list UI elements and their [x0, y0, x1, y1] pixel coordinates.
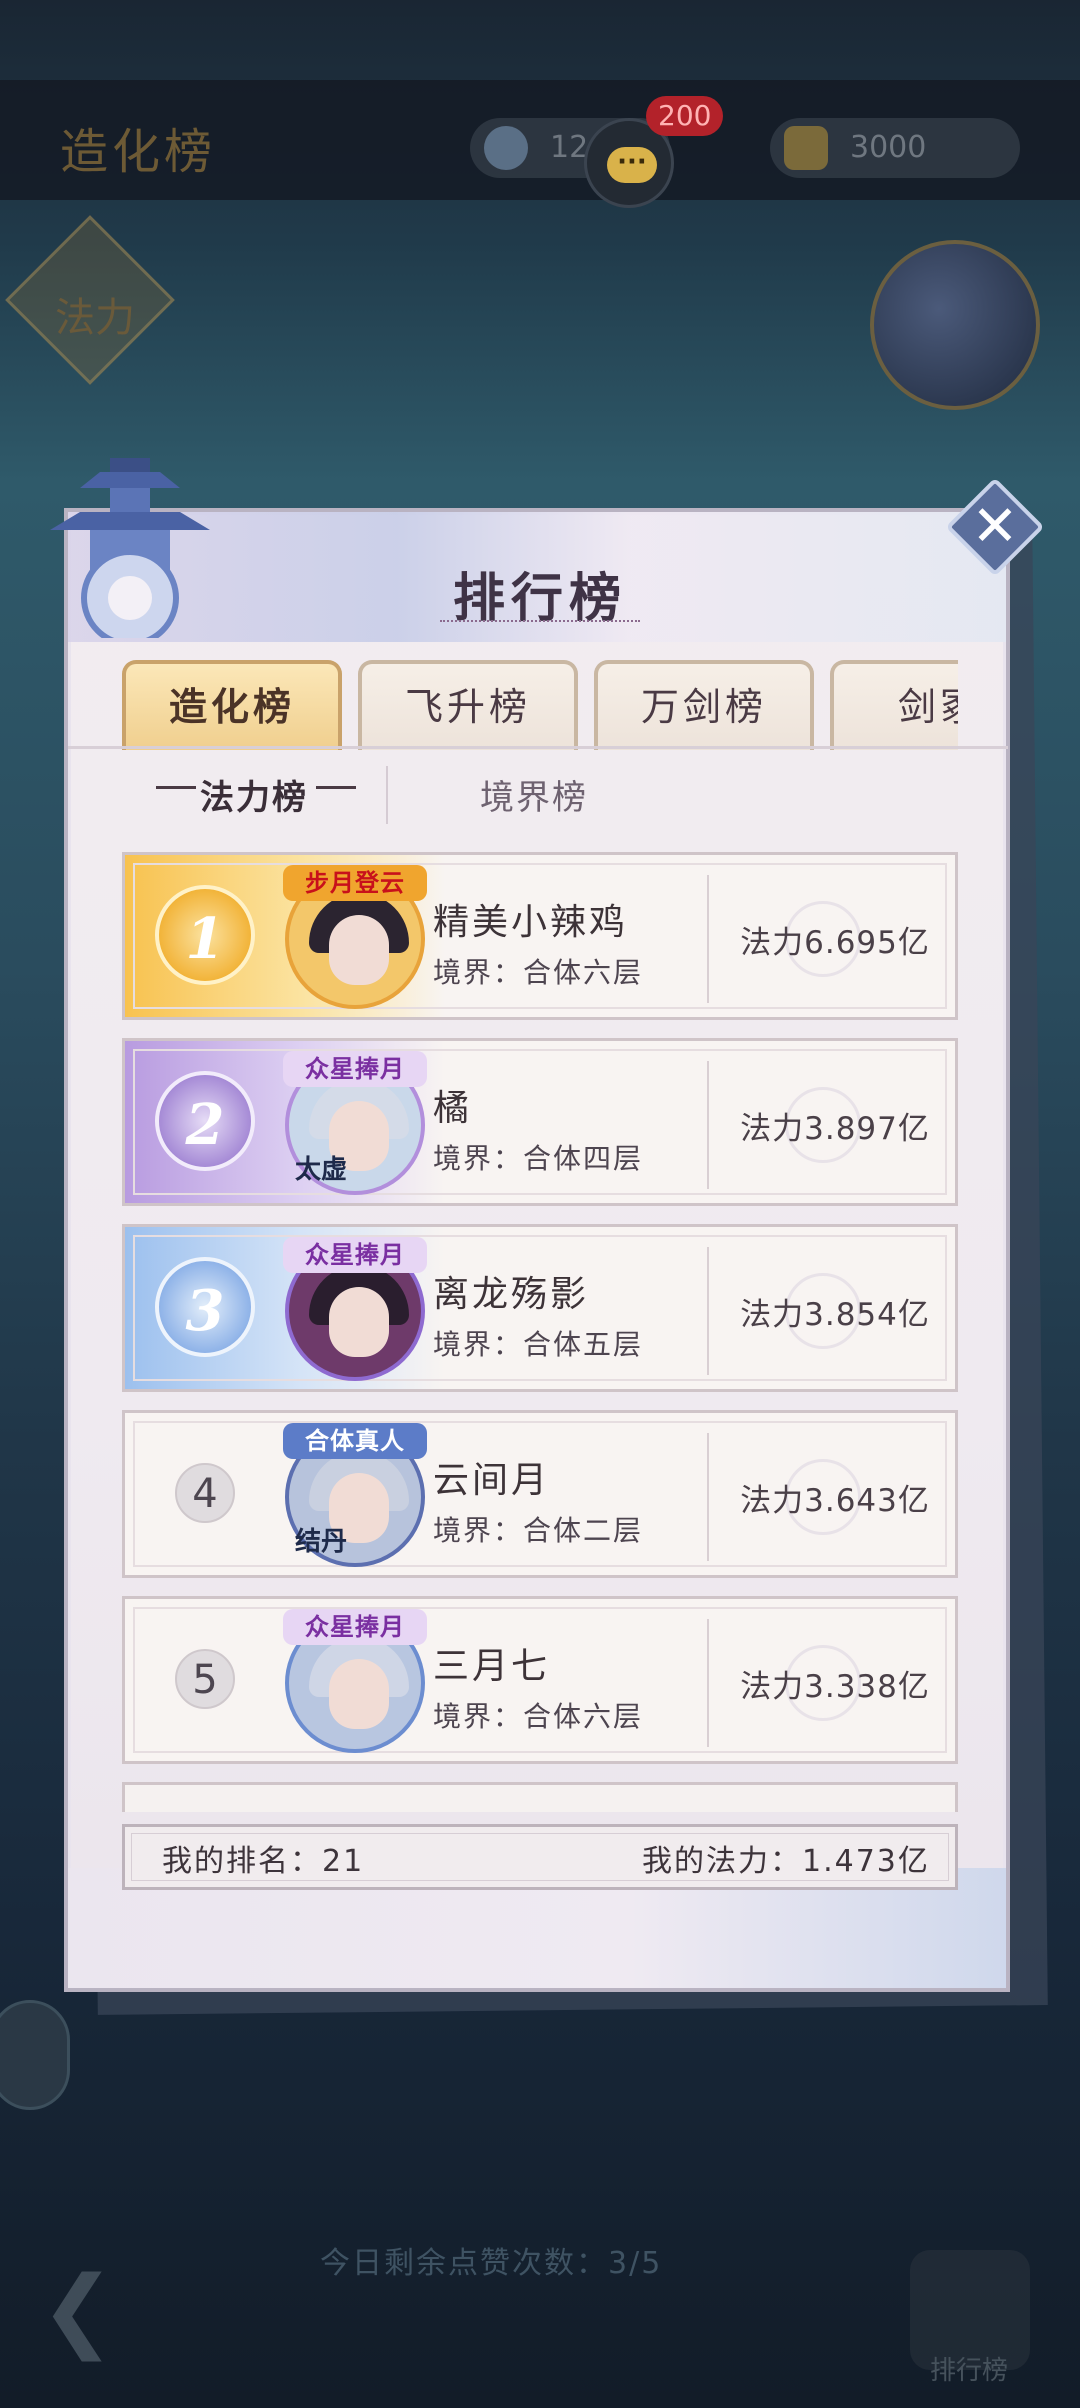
row-separator: [707, 875, 709, 1003]
title-badge: 众星捧月: [283, 1609, 427, 1645]
subtab-ornament-right: [316, 786, 356, 789]
avatar-face: [329, 1659, 389, 1729]
tab-zaohua[interactable]: 造化榜: [122, 660, 342, 750]
background-title: 造化榜: [60, 124, 217, 180]
rank-row-5[interactable]: 5 众星捧月 三月七 境界：合体六层 法力3.338亿: [122, 1596, 958, 1764]
rank-row-1[interactable]: 1 步月登云 精美小辣鸡 境界：合体六层 法力6.695亿: [122, 852, 958, 1020]
close-icon[interactable]: ✕: [960, 492, 1030, 562]
back-arrow-icon: ❮: [40, 2257, 116, 2362]
tab-feisheng[interactable]: 飞升榜: [358, 660, 578, 750]
avatar-face: [329, 1287, 389, 1357]
chat-unread-badge: 200: [646, 96, 724, 136]
background-avatar: [0, 2000, 70, 2110]
tab-jianzhong[interactable]: 剑冢: [830, 660, 958, 750]
player-name: 云间月: [433, 1460, 551, 1501]
background-orb: [870, 240, 1040, 410]
subtab-divider: [386, 766, 388, 824]
rank-medal-blue: 3: [155, 1257, 255, 1357]
rank-medal-purple: 2: [155, 1071, 255, 1171]
avatar-corner-label: 结丹: [295, 1527, 348, 1557]
player-power: 法力3.643亿: [740, 1483, 930, 1519]
title-badge: 步月登云: [283, 865, 427, 901]
rank-number: 5: [175, 1649, 235, 1709]
ranking-tabs: 造化榜 飞升榜 万剑榜 剑冢: [122, 660, 958, 750]
title-badge: 合体真人: [283, 1423, 427, 1459]
player-name: 离龙殇影: [433, 1274, 590, 1315]
background-ranking-label: 排行榜: [930, 2356, 1009, 2386]
row-separator: [707, 1619, 709, 1747]
title-badge: 众星捧月: [283, 1051, 427, 1087]
row-separator: [707, 1247, 709, 1375]
rank-number: 4: [175, 1463, 235, 1523]
player-name: 精美小辣鸡: [433, 902, 629, 943]
gem-icon: [484, 126, 528, 170]
tab-divider: [68, 746, 1008, 749]
player-power: 法力3.338亿: [740, 1669, 930, 1705]
rank-medal-gold: 1: [155, 885, 255, 985]
player-realm: 境界：合体二层: [433, 1514, 644, 1547]
player-realm: 境界：合体四层: [433, 1142, 644, 1175]
game-screen: 造化榜 1 2 3000 ··· 200 法力 今日剩余点赞次数：3/5 ❮ 排行…: [0, 0, 1080, 2408]
tab-wanjian[interactable]: 万剑榜: [594, 660, 814, 750]
player-power: 法力3.897亿: [740, 1111, 930, 1147]
my-rank-label: 我的排名：21: [162, 1844, 365, 1879]
energy-icon: [784, 126, 828, 170]
avatar-corner-label: 太虚: [295, 1155, 348, 1185]
subtab-mana[interactable]: 法力榜: [200, 770, 308, 819]
rank-row-partial: [122, 1782, 958, 1812]
background-hint: 今日剩余点赞次数：3/5: [320, 2246, 663, 2281]
my-power-label: 我的法力：1.473亿: [642, 1844, 930, 1879]
player-realm: 境界：合体六层: [433, 956, 644, 989]
rank-row-4[interactable]: 4 合体真人 结丹 云间月 境界：合体二层 法力3.643亿: [122, 1410, 958, 1578]
player-power: 法力6.695亿: [740, 925, 930, 961]
player-name: 橘: [433, 1088, 473, 1129]
title-badge: 众星捧月: [283, 1237, 427, 1273]
chat-icon: ···: [607, 147, 657, 183]
rank-row-3[interactable]: 3 众星捧月 离龙殇影 境界：合体五层 法力3.854亿: [122, 1224, 958, 1392]
player-name: 三月七: [433, 1646, 551, 1687]
player-realm: 境界：合体六层: [433, 1700, 644, 1733]
player-realm: 境界：合体五层: [433, 1328, 644, 1361]
row-separator: [707, 1061, 709, 1189]
avatar-face: [329, 915, 389, 985]
subtab-ornament-left: [156, 786, 196, 789]
title-ornament: [440, 620, 640, 624]
resource-pill-energy: 3000: [770, 118, 1020, 178]
subtab-realm[interactable]: 境界榜: [480, 770, 588, 819]
background-diamond-label: 法力: [55, 295, 135, 341]
row-separator: [707, 1433, 709, 1561]
player-power: 法力3.854亿: [740, 1297, 930, 1333]
rank-row-2[interactable]: 2 众星捧月 太虚 橘 境界：合体四层 法力3.897亿: [122, 1038, 958, 1206]
